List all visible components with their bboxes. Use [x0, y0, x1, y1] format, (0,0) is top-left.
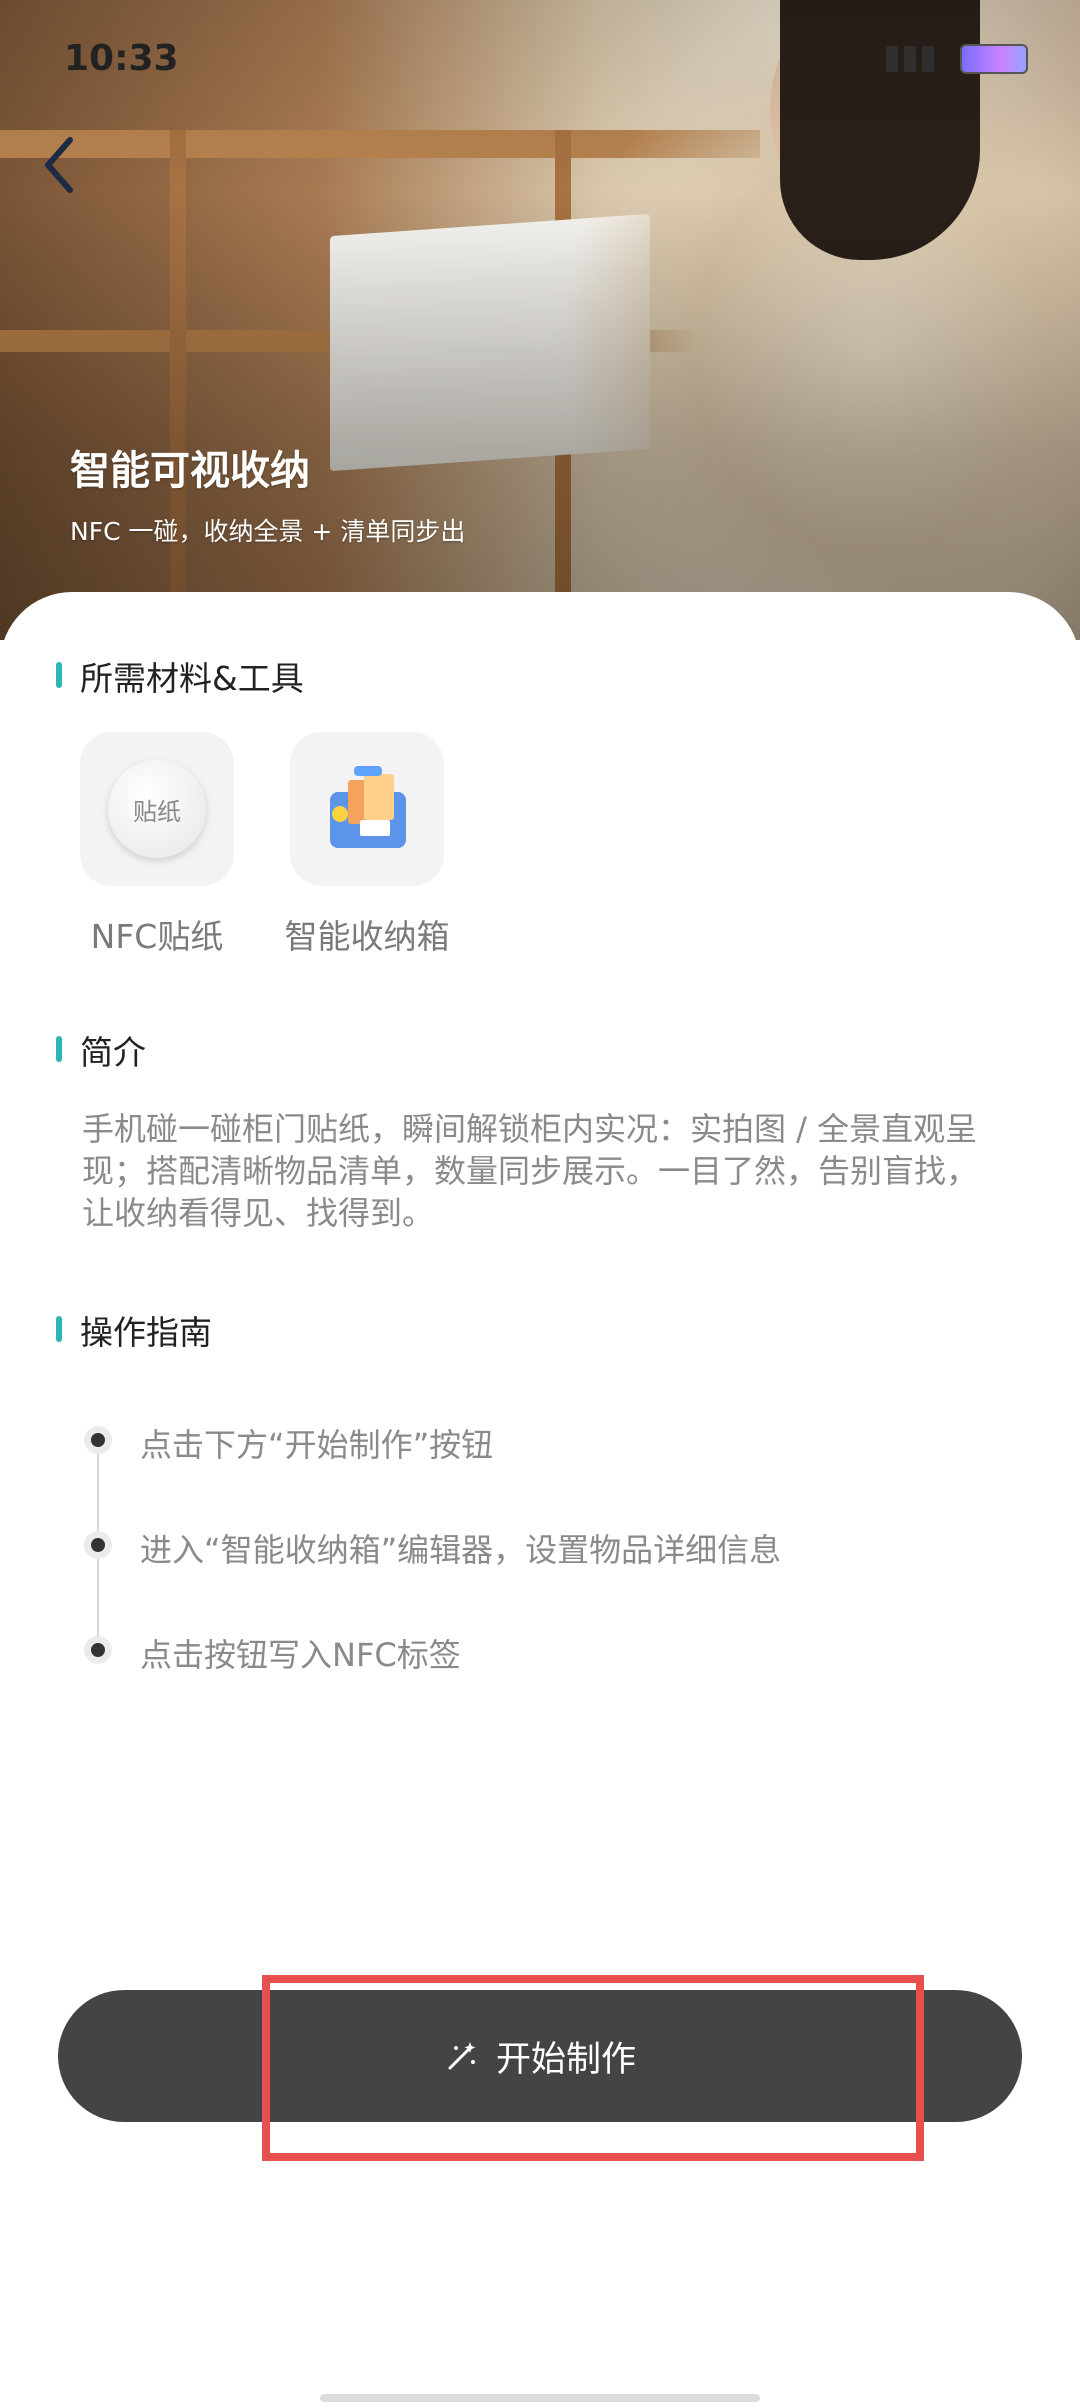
step-dot — [84, 1426, 112, 1454]
section-accent-bar — [56, 1316, 62, 1342]
step-text: 进入“智能收纳箱”编辑器，设置物品详细信息 — [140, 1531, 782, 1569]
signal-icon — [886, 46, 946, 72]
back-button[interactable] — [40, 130, 100, 200]
highlight-box — [262, 1975, 924, 2161]
home-indicator[interactable] — [320, 2394, 760, 2402]
chevron-left-icon — [45, 137, 73, 193]
battery-icon — [960, 44, 1028, 74]
section-accent-bar — [56, 662, 62, 688]
step-dot — [84, 1636, 112, 1664]
section-title-materials: 所需材料&工具 — [80, 659, 304, 698]
section-title-guide: 操作指南 — [80, 1313, 212, 1352]
tool-tile-nfc-sticker[interactable]: 贴纸 — [80, 732, 234, 886]
step-text: 点击按钮写入NFC标签 — [140, 1636, 461, 1674]
nfc-sticker-icon: 贴纸 — [108, 760, 206, 858]
hero-title: 智能可视收纳 — [70, 448, 310, 494]
step-dot — [84, 1531, 112, 1559]
section-accent-bar — [56, 1036, 62, 1062]
status-icons — [886, 44, 1028, 74]
step-text: 点击下方“开始制作”按钮 — [140, 1426, 494, 1464]
intro-text: 手机碰一碰柜门贴纸，瞬间解锁柜内实况：实拍图 / 全景直观呈现；搭配清晰物品清单… — [82, 1110, 979, 1232]
tool-tile-storage-box[interactable] — [290, 732, 444, 886]
status-time: 10:33 — [64, 38, 179, 79]
sticker-icon-text: 贴纸 — [133, 797, 181, 826]
hero-subtitle: NFC 一碰，收纳全景 + 清单同步出 — [70, 517, 466, 546]
tool-label-storage-box: 智能收纳箱 — [284, 917, 450, 956]
section-title-intro: 简介 — [80, 1033, 146, 1072]
storage-box-icon — [330, 766, 406, 848]
